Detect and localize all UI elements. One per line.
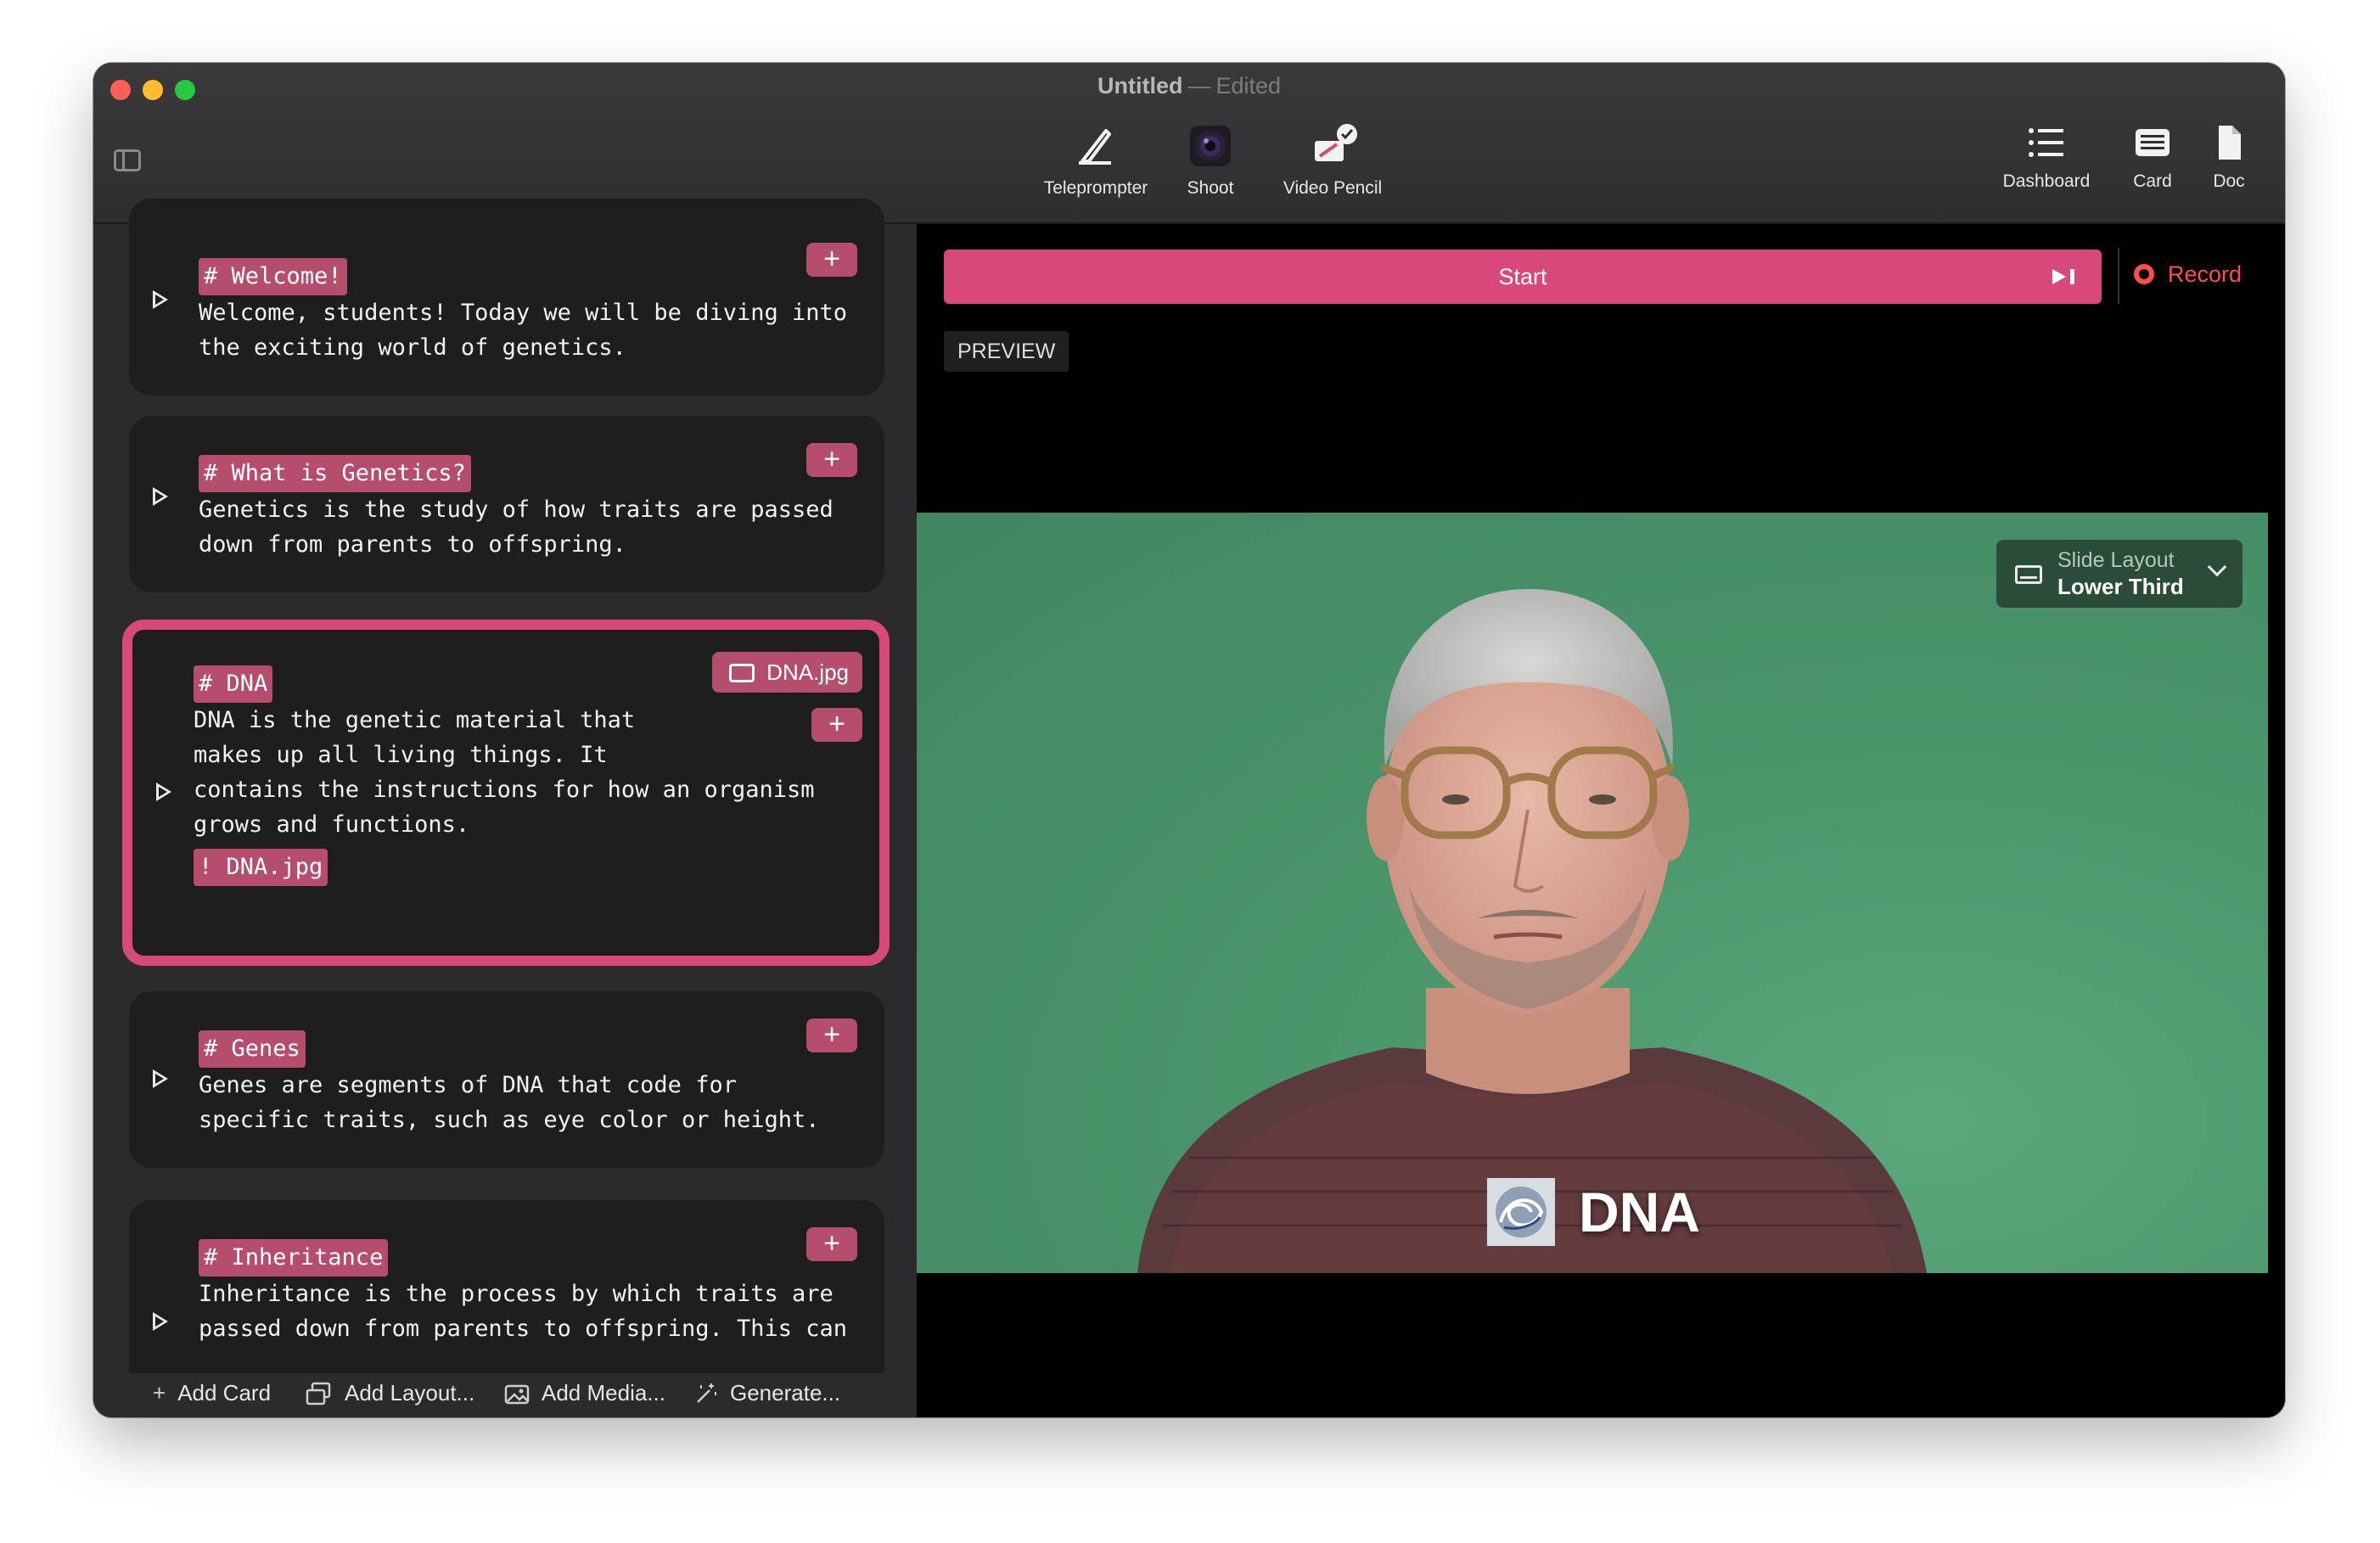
presenter-video-frame: [1137, 589, 1927, 1273]
card-heading: # Genes: [199, 1030, 306, 1068]
play-icon[interactable]: [153, 290, 168, 309]
add-button[interactable]: +: [811, 708, 862, 742]
media-reference-tag: ! DNA.jpg: [194, 849, 328, 886]
card-text[interactable]: # Inheritance Inheritance is the process…: [199, 1239, 847, 1346]
play-icon[interactable]: [156, 783, 171, 801]
skip-forward-icon: [2052, 269, 2074, 284]
play-icon[interactable]: [153, 1312, 168, 1331]
preview-panel: Start Record PREVIEW Slide Layout Lower …: [917, 224, 2285, 1417]
doc-view-button[interactable]: Doc: [2195, 122, 2263, 192]
app-window: Untitled — Edited Teleprompter Shoot Vid…: [93, 63, 2285, 1417]
chevron-down-icon: [2207, 557, 2227, 577]
list-icon: [2029, 128, 2063, 157]
script-card[interactable]: + # Genes Genes are segments of DNA that…: [129, 991, 884, 1168]
dashboard-button[interactable]: Dashboard: [1983, 122, 2110, 192]
card-heading: # What is Genetics?: [199, 455, 471, 492]
sidebar-toggle-icon[interactable]: [114, 149, 141, 171]
lower-third-layout-icon: [2015, 565, 2042, 584]
script-card-active[interactable]: DNA.jpg + # DNA DNA is the genetic mater…: [122, 620, 890, 966]
camera-lens-icon: [1190, 126, 1231, 166]
preview-label: PREVIEW: [944, 331, 1069, 372]
teleprompter-icon: [1079, 129, 1111, 165]
bottom-action-bar: + Add Card Add Layout... Add Media... Ge…: [93, 1373, 917, 1417]
card-text[interactable]: # Welcome! Welcome, students! Today we w…: [199, 258, 847, 365]
script-card[interactable]: + # What is Genetics? Genetics is the st…: [129, 416, 884, 592]
video-pencil-icon: [1315, 124, 1357, 161]
card-heading: # DNA: [194, 665, 273, 703]
play-icon[interactable]: [153, 487, 168, 506]
window-title: Untitled — Edited: [1097, 73, 1282, 98]
lower-third-overlay: DNA: [1487, 1178, 1700, 1254]
card-icon: [2136, 129, 2170, 156]
dna-thumbnail-image: [1487, 1178, 1555, 1246]
video-preview: Slide Layout Lower Third DNA: [917, 513, 2268, 1273]
teleprompter-button[interactable]: Teleprompter: [1015, 122, 1176, 199]
photo-icon: [504, 1384, 530, 1405]
card-heading: # Welcome!: [199, 258, 347, 295]
card-text[interactable]: # What is Genetics? Genetics is the stud…: [199, 455, 834, 562]
layout-icon: [306, 1382, 331, 1406]
start-button[interactable]: Start: [944, 250, 2102, 304]
magic-wand-icon: [697, 1383, 716, 1403]
card-text[interactable]: # DNA DNA is the genetic material that m…: [194, 665, 815, 886]
add-media-button[interactable]: Add Media...: [504, 1380, 665, 1406]
script-card[interactable]: + # Welcome! Welcome, students! Today we…: [129, 199, 884, 396]
card-list-panel: + # Welcome! Welcome, students! Today we…: [93, 199, 917, 1417]
record-icon: [2134, 264, 2154, 284]
add-card-button[interactable]: + Add Card: [153, 1380, 271, 1406]
divider: [2118, 248, 2119, 304]
slide-layout-dropdown[interactable]: Slide Layout Lower Third: [1996, 540, 2242, 608]
card-heading: # Inheritance: [199, 1239, 389, 1276]
plus-icon: +: [153, 1380, 166, 1406]
document-icon: [2219, 126, 2241, 160]
card-view-button[interactable]: Card: [2110, 122, 2195, 192]
shoot-button[interactable]: Shoot: [1159, 122, 1261, 199]
video-pencil-button[interactable]: Video Pencil: [1248, 122, 1417, 199]
card-text[interactable]: # Genes Genes are segments of DNA that c…: [199, 1030, 820, 1137]
add-layout-button[interactable]: Add Layout...: [306, 1380, 474, 1406]
play-icon[interactable]: [153, 1069, 168, 1088]
generate-button[interactable]: Generate...: [694, 1380, 840, 1406]
record-button[interactable]: Record: [2134, 261, 2242, 288]
